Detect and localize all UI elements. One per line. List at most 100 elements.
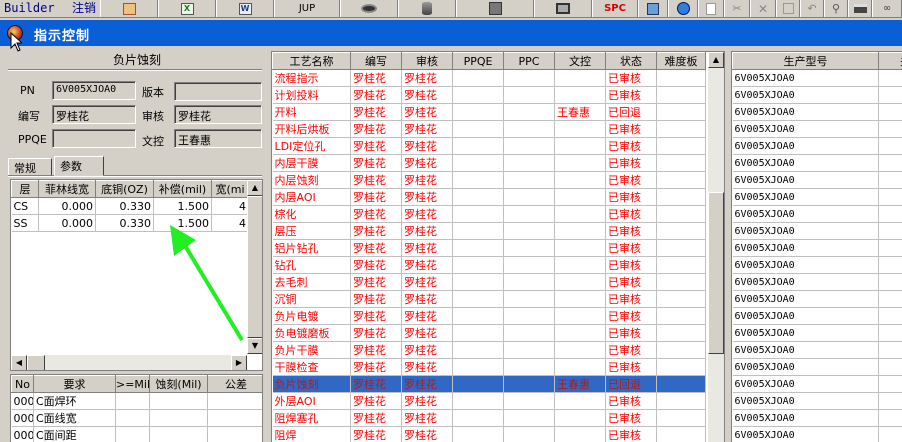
model-cell-empty[interactable] — [878, 409, 902, 427]
process-cell[interactable] — [503, 171, 555, 189]
model-cell-empty[interactable] — [878, 273, 902, 291]
process-cell[interactable] — [452, 256, 504, 274]
process-row[interactable]: 负电镀磨板 罗桂花 罗桂花 已审核 — [272, 324, 706, 342]
process-row[interactable]: 阻焊塞孔 罗桂花 罗桂花 已审核 — [272, 409, 706, 427]
process-cell[interactable]: 罗桂花 — [350, 392, 402, 410]
process-cell[interactable] — [452, 341, 504, 359]
model-cell-empty[interactable] — [878, 290, 902, 308]
requirement-cell[interactable] — [207, 409, 262, 427]
process-cell[interactable] — [656, 154, 706, 172]
process-cell[interactable]: 已审核 — [605, 205, 657, 223]
process-cell[interactable]: 罗桂花 — [350, 256, 402, 274]
requirement-column-header[interactable]: 要求 — [33, 375, 116, 393]
process-cell[interactable] — [452, 86, 504, 104]
model-cell-empty[interactable] — [878, 256, 902, 274]
requirement-cell[interactable]: C面线宽 — [33, 409, 116, 427]
process-cell[interactable]: 沉铜 — [272, 290, 351, 308]
process-cell[interactable]: 已审核 — [605, 324, 657, 342]
process-cell[interactable] — [503, 69, 555, 87]
process-cell[interactable]: 罗桂花 — [401, 103, 453, 121]
process-cell[interactable]: 已审核 — [605, 69, 657, 87]
process-row[interactable]: 沉铜 罗桂花 罗桂花 已审核 — [272, 290, 706, 308]
process-cell[interactable]: 已审核 — [605, 222, 657, 240]
process-cell[interactable]: 流程指示 — [272, 69, 351, 87]
model-cell-empty[interactable] — [878, 69, 902, 87]
process-cell[interactable]: 罗桂花 — [350, 273, 402, 291]
process-cell[interactable]: 罗桂花 — [401, 409, 453, 427]
process-row[interactable]: 铝片钻孔 罗桂花 罗桂花 已审核 — [272, 239, 706, 257]
process-cell[interactable]: 罗桂花 — [401, 171, 453, 189]
process-cell[interactable]: 钻孔 — [272, 256, 351, 274]
process-cell[interactable]: 棕化 — [272, 205, 351, 223]
process-cell[interactable] — [554, 392, 606, 410]
param-column-header[interactable]: 菲林线宽 — [38, 180, 96, 198]
process-cell[interactable]: 已审核 — [605, 171, 657, 189]
process-cell[interactable] — [554, 69, 606, 87]
process-cell[interactable]: 已审核 — [605, 307, 657, 325]
toolbar-print-button[interactable] — [848, 0, 872, 17]
process-cell[interactable]: 负片干膜 — [272, 341, 351, 359]
process-cell[interactable] — [656, 188, 706, 206]
model-row[interactable]: 6V005XJOA0 — [732, 188, 902, 206]
model-cell-empty[interactable] — [878, 426, 902, 442]
version-field[interactable] — [174, 82, 262, 101]
param-cell[interactable]: CS — [11, 197, 39, 215]
process-cell[interactable]: 内层AOI — [272, 188, 351, 206]
process-cell[interactable]: 去毛刺 — [272, 273, 351, 291]
requirement-cell[interactable]: C面焊环 — [33, 392, 116, 410]
requirement-row[interactable]: 000 C面焊环 — [11, 392, 262, 410]
process-cell[interactable]: 罗桂花 — [401, 188, 453, 206]
requirement-row[interactable]: 000 C面线宽 — [11, 409, 262, 427]
process-cell[interactable] — [452, 290, 504, 308]
process-cell[interactable]: 罗桂花 — [401, 239, 453, 257]
toolbar-cut-button[interactable]: ✂ — [724, 0, 750, 17]
toolbar-new-button[interactable] — [698, 0, 724, 17]
model-row[interactable]: 6V005XJOA0 — [732, 273, 902, 291]
process-column-header[interactable]: 状态 — [605, 52, 657, 70]
process-cell[interactable] — [452, 324, 504, 342]
param-cell[interactable]: 0.000 — [38, 197, 96, 215]
requirement-cell[interactable]: 000 — [11, 409, 34, 427]
model-cell-empty[interactable] — [878, 307, 902, 325]
model-cell-empty[interactable] — [878, 222, 902, 240]
process-row[interactable]: 负片电镀 罗桂花 罗桂花 已审核 — [272, 307, 706, 325]
process-cell[interactable]: 内层干膜 — [272, 154, 351, 172]
requirement-cell[interactable] — [115, 409, 150, 427]
process-cell[interactable] — [503, 103, 555, 121]
process-cell[interactable] — [503, 222, 555, 240]
process-cell[interactable]: 罗桂花 — [401, 392, 453, 410]
scroll-up-icon[interactable]: ▲ — [247, 180, 262, 196]
model-cell[interactable]: 6V005XJOA0 — [732, 341, 879, 359]
model-cell-empty[interactable] — [878, 392, 902, 410]
process-cell[interactable]: 罗桂花 — [350, 307, 402, 325]
model-row[interactable]: 6V005XJOA0 — [732, 392, 902, 410]
process-cell[interactable]: 罗桂花 — [401, 86, 453, 104]
process-cell[interactable]: 罗桂花 — [350, 290, 402, 308]
process-cell[interactable] — [656, 324, 706, 342]
process-row[interactable]: LDI定位孔 罗桂花 罗桂花 已审核 — [272, 137, 706, 155]
process-row[interactable]: 内层蚀刻 罗桂花 罗桂花 已审核 — [272, 171, 706, 189]
process-cell[interactable]: 干膜检查 — [272, 358, 351, 376]
process-cell[interactable] — [554, 409, 606, 427]
process-cell[interactable] — [503, 290, 555, 308]
process-cell[interactable] — [656, 171, 706, 189]
process-cell[interactable]: 阻焊 — [272, 426, 351, 442]
process-cell[interactable]: 负电镀磨板 — [272, 324, 351, 342]
process-cell[interactable] — [503, 86, 555, 104]
process-cell[interactable] — [503, 324, 555, 342]
process-cell[interactable] — [503, 341, 555, 359]
toolbar-search-button[interactable]: ⚲ — [824, 0, 848, 17]
process-cell[interactable]: 层压 — [272, 222, 351, 240]
model-cell[interactable]: 6V005XJOA0 — [732, 120, 879, 138]
process-cell[interactable] — [452, 69, 504, 87]
process-cell[interactable] — [452, 307, 504, 325]
process-cell[interactable] — [656, 392, 706, 410]
model-cell-empty[interactable] — [878, 205, 902, 223]
model-cell-empty[interactable] — [878, 86, 902, 104]
requirement-row[interactable]: 000 C面间距 — [11, 426, 262, 442]
process-row[interactable]: 钻孔 罗桂花 罗桂花 已审核 — [272, 256, 706, 274]
process-cell[interactable] — [452, 205, 504, 223]
process-cell[interactable] — [554, 86, 606, 104]
process-cell[interactable] — [503, 358, 555, 376]
process-cell[interactable]: 已审核 — [605, 273, 657, 291]
